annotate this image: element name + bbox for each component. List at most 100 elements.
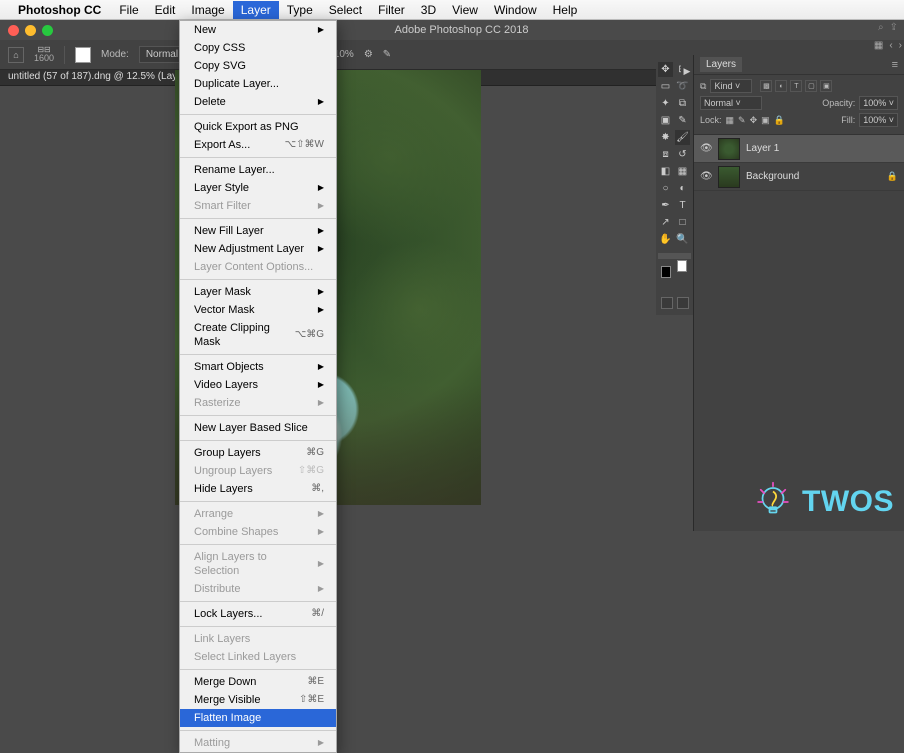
prev-doc-icon[interactable]: ‹: [889, 40, 892, 51]
tool-zoom[interactable]: 🔍: [675, 232, 690, 247]
search-icon[interactable]: ⌕: [878, 22, 884, 33]
menu-item-rename-layer[interactable]: Rename Layer...: [180, 161, 336, 179]
menu-select[interactable]: Select: [321, 1, 370, 19]
menu-item-new-layer-based-slice[interactable]: New Layer Based Slice: [180, 419, 336, 437]
menu-item-merge-down[interactable]: Merge Down⌘E: [180, 673, 336, 691]
layer-name[interactable]: Layer 1: [746, 143, 779, 154]
tool-type[interactable]: T: [675, 198, 690, 213]
menu-item-export-as[interactable]: Export As...⌥⇧⌘W: [180, 136, 336, 154]
menu-item-layer-mask[interactable]: Layer Mask▶: [180, 283, 336, 301]
menu-item-smart-objects[interactable]: Smart Objects▶: [180, 358, 336, 376]
lock-paint-icon[interactable]: ✎: [738, 115, 746, 126]
layer-thumbnail[interactable]: [718, 138, 740, 160]
menu-edit[interactable]: Edit: [147, 1, 184, 19]
filter-shape-icon[interactable]: ▢: [805, 80, 817, 92]
layer-thumbnail[interactable]: [718, 166, 740, 188]
menu-image[interactable]: Image: [183, 1, 232, 19]
menu-item-merge-visible[interactable]: Merge Visible⇧⌘E: [180, 691, 336, 709]
tool-frame[interactable]: ▣: [658, 113, 673, 128]
filter-type-icon[interactable]: T: [790, 80, 802, 92]
menu-help[interactable]: Help: [545, 1, 586, 19]
background-color[interactable]: [677, 260, 687, 272]
menu-file[interactable]: File: [111, 1, 146, 19]
brush-preview-icon[interactable]: [75, 47, 91, 63]
tool-blur[interactable]: ○: [658, 181, 673, 196]
kind-select[interactable]: Kind ˅: [710, 79, 752, 93]
tool-quick-select[interactable]: ✦: [658, 96, 673, 111]
menu-item-vector-mask[interactable]: Vector Mask▶: [180, 301, 336, 319]
quickmask-icon[interactable]: [661, 297, 673, 309]
blend-mode-select[interactable]: Normal ˅: [700, 96, 762, 110]
menu-item-label: Merge Down: [194, 675, 256, 689]
paint-icon[interactable]: ✎: [383, 49, 391, 60]
share-icon[interactable]: ⇪: [890, 22, 898, 33]
screenmode-icon[interactable]: [677, 297, 689, 309]
tool-move[interactable]: ✥: [658, 62, 673, 77]
lock-trans-icon[interactable]: ▦: [726, 115, 735, 126]
app-name[interactable]: Photoshop CC: [18, 3, 101, 17]
lock-all-icon[interactable]: 🔒: [774, 115, 785, 126]
menu-item-new-fill-layer[interactable]: New Fill Layer▶: [180, 222, 336, 240]
foreground-color[interactable]: [661, 266, 671, 278]
lock-pos-icon[interactable]: ✥: [750, 115, 758, 126]
tool-clone[interactable]: ⧈: [658, 147, 673, 162]
menu-item-duplicate-layer[interactable]: Duplicate Layer...: [180, 75, 336, 93]
layer-row-layer1[interactable]: 👁 Layer 1: [694, 135, 904, 163]
tool-hand[interactable]: ✋: [658, 232, 673, 247]
menu-item-delete[interactable]: Delete▶: [180, 93, 336, 111]
tool-path[interactable]: ↗: [658, 215, 673, 230]
menu-item-flatten-image[interactable]: Flatten Image: [180, 709, 336, 727]
mode-label: Mode:: [101, 49, 129, 60]
tool-crop[interactable]: ⧉: [675, 96, 690, 111]
menu-item-hide-layers[interactable]: Hide Layers⌘,: [180, 480, 336, 498]
kind-label-icon: ⧉: [700, 81, 706, 92]
tool-pen[interactable]: ✒: [658, 198, 673, 213]
next-doc-icon[interactable]: ›: [899, 40, 902, 51]
tool-lasso[interactable]: ➰: [675, 79, 690, 94]
menu-item-create-clipping-mask[interactable]: Create Clipping Mask⌥⌘G: [180, 319, 336, 351]
menu-3d[interactable]: 3D: [413, 1, 444, 19]
menu-item-layer-style[interactable]: Layer Style▶: [180, 179, 336, 197]
filter-adjust-icon[interactable]: ◐: [775, 80, 787, 92]
tool-gradient[interactable]: ▦: [675, 164, 690, 179]
panel-collapse-icon[interactable]: ▶: [681, 64, 693, 78]
tool-spot-heal[interactable]: ✸: [658, 130, 673, 145]
tool-brush[interactable]: 🖌: [675, 130, 690, 145]
menu-item-video-layers[interactable]: Video Layers▶: [180, 376, 336, 394]
layer-name[interactable]: Background: [746, 171, 799, 182]
menu-type[interactable]: Type: [279, 1, 321, 19]
menu-item-lock-layers[interactable]: Lock Layers...⌘/: [180, 605, 336, 623]
home-icon[interactable]: ⌂: [8, 47, 24, 63]
gear-icon[interactable]: ⚙: [364, 49, 373, 60]
close-icon[interactable]: [8, 25, 19, 36]
filter-pixel-icon[interactable]: ▩: [760, 80, 772, 92]
fill-input[interactable]: 100% ˅: [859, 113, 898, 127]
filter-smart-icon[interactable]: ▣: [820, 80, 832, 92]
menu-view[interactable]: View: [444, 1, 486, 19]
arrange-icon[interactable]: ▦: [874, 40, 883, 51]
tool-marquee[interactable]: ▭: [658, 79, 673, 94]
menu-layer[interactable]: Layer: [233, 1, 279, 19]
layer-row-background[interactable]: 👁 Background 🔒: [694, 163, 904, 191]
tool-dodge[interactable]: ◐: [675, 181, 690, 196]
menu-item-new[interactable]: New▶: [180, 21, 336, 39]
menu-item-new-adjustment-layer[interactable]: New Adjustment Layer▶: [180, 240, 336, 258]
layers-tab[interactable]: Layers: [700, 57, 742, 72]
color-swatch[interactable]: [658, 263, 690, 291]
menu-item-group-layers[interactable]: Group Layers⌘G: [180, 444, 336, 462]
menu-filter[interactable]: Filter: [370, 1, 413, 19]
tool-history-brush[interactable]: ↺: [675, 147, 690, 162]
tool-rectangle[interactable]: □: [675, 215, 690, 230]
menu-item-copy-css[interactable]: Copy CSS: [180, 39, 336, 57]
visibility-icon[interactable]: 👁: [700, 171, 712, 182]
menu-item-copy-svg[interactable]: Copy SVG: [180, 57, 336, 75]
tool-separator: [658, 253, 691, 259]
panel-menu-icon[interactable]: ≡: [892, 59, 898, 71]
visibility-icon[interactable]: 👁: [700, 143, 712, 154]
tool-eyedropper[interactable]: ✎: [675, 113, 690, 128]
menu-window[interactable]: Window: [486, 1, 545, 19]
lock-nest-icon[interactable]: ▣: [761, 115, 770, 126]
opacity-input[interactable]: 100% ˅: [859, 96, 898, 110]
menu-item-quick-export-as-png[interactable]: Quick Export as PNG: [180, 118, 336, 136]
tool-eraser[interactable]: ◧: [658, 164, 673, 179]
